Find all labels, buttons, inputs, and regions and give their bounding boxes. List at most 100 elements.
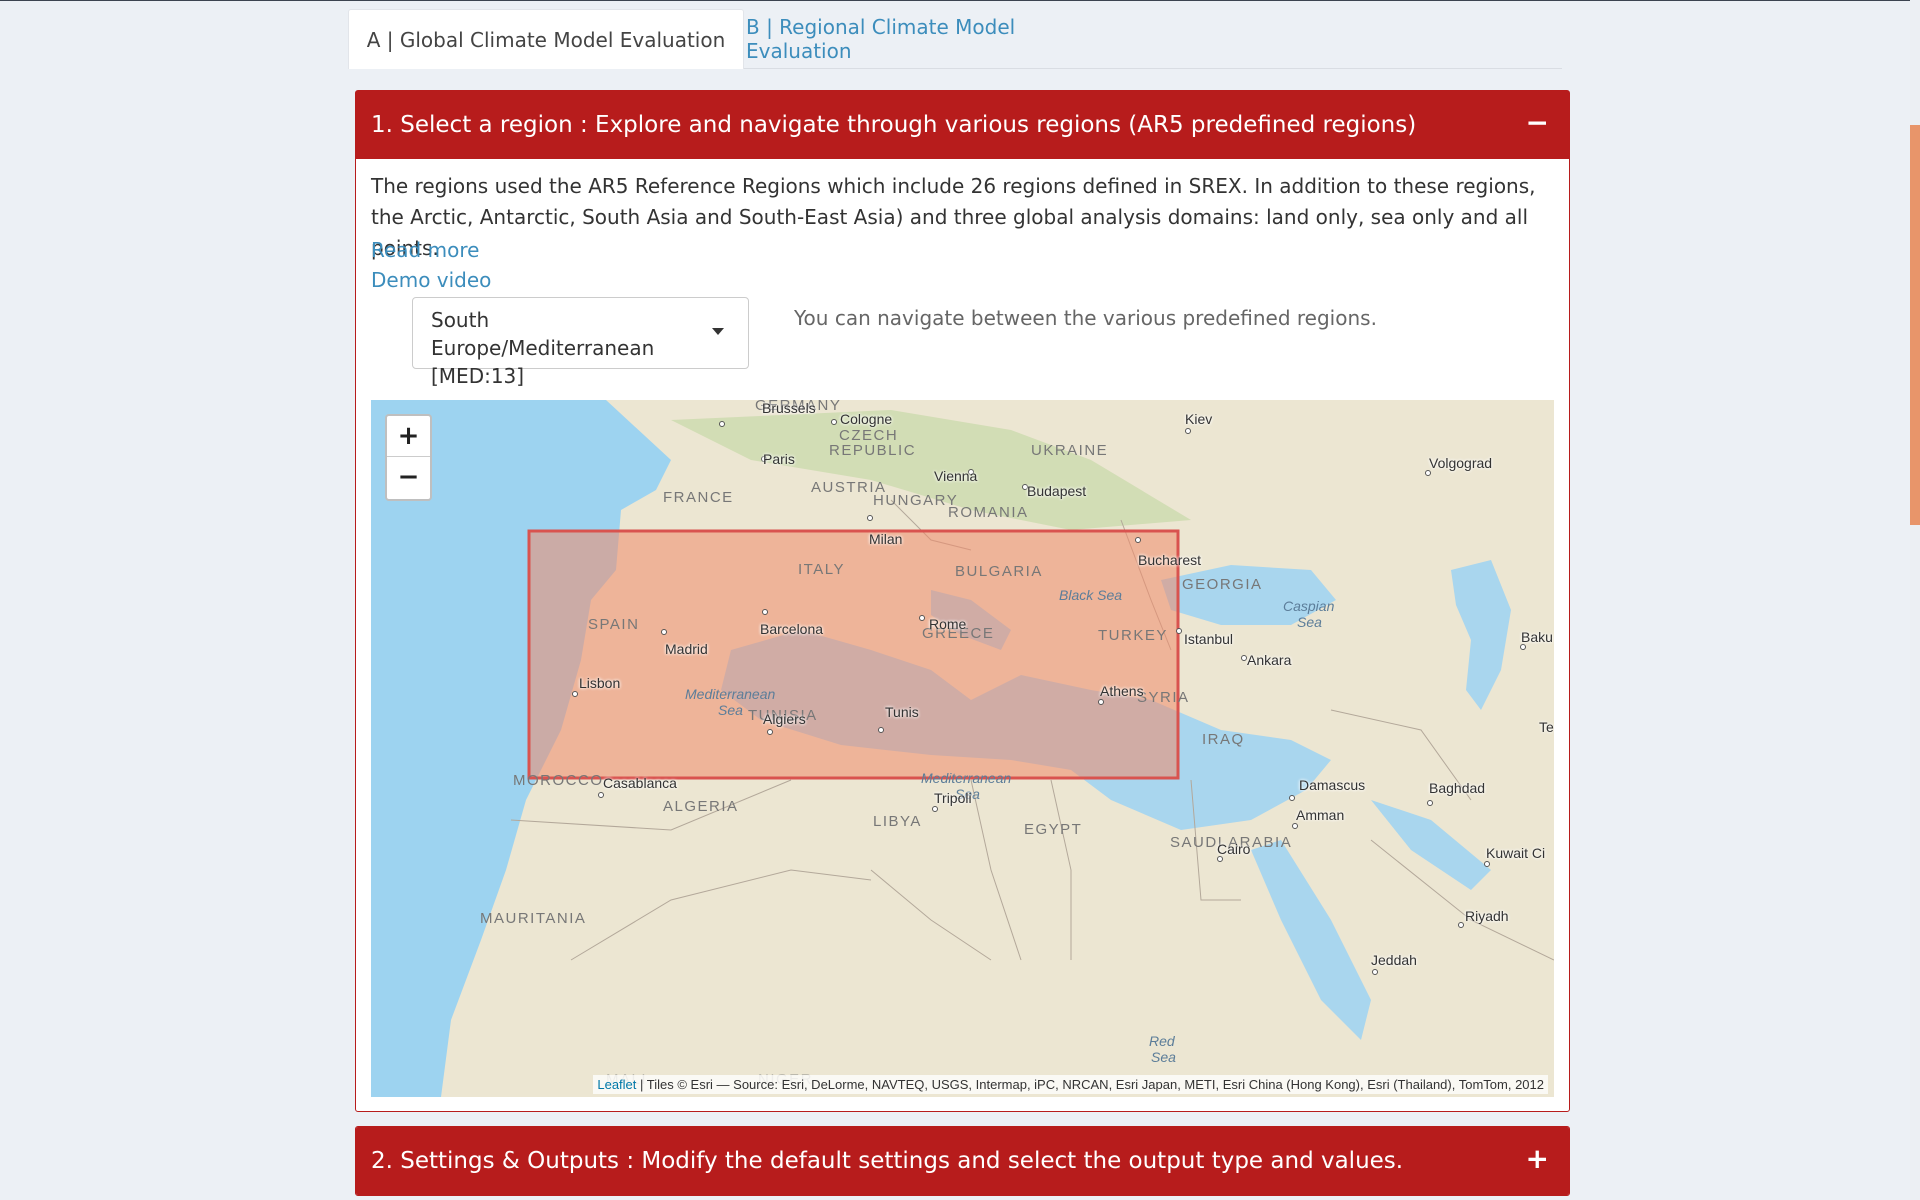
map-city-marker [1176,628,1182,634]
map-city-marker [1292,823,1298,829]
region-select[interactable]: South Europe/Mediterranean [MED:13] [412,297,749,388]
zoom-out-button[interactable]: − [387,457,430,497]
map-city-marker [767,729,773,735]
map-city-label: Barcelona [760,621,824,637]
tab-bar: A | Global Climate Model Evaluation B | … [348,9,1562,69]
map-sea-label: Caspian [1283,598,1335,614]
scrollbar-thumb[interactable] [1910,125,1920,525]
map-sea-label: Sea [718,702,743,718]
region-select-value: South Europe/Mediterranean [MED:13] [431,308,655,388]
map-city-label: Casablanca [603,775,677,791]
map-city-marker [661,629,667,635]
map-sea-label: Sea [1151,1049,1176,1065]
scrollbar[interactable] [1910,0,1920,1200]
map-city-label: Jeddah [1371,952,1417,968]
map-country-label: ROMANIA [948,504,1029,521]
tab-regional-climate-model-evaluation[interactable]: B | Regional Climate Model Evaluation [746,9,1126,68]
map-attribution: Leaflet | Tiles © Esri — Source: Esri, D… [593,1075,1548,1094]
map-city-label: Cairo [1217,841,1251,857]
zoom-in-button[interactable]: + [387,416,430,457]
settings-outputs-panel: 2. Settings & Outputs : Modify the defau… [355,1126,1570,1196]
attribution-text: | Tiles © Esri — Source: Esri, DeLorme, … [636,1077,1544,1092]
map-city-label: Baku [1521,629,1553,645]
map-country-label: HUNGARY [873,492,959,509]
top-border [0,0,1920,1]
map-city-marker [1372,969,1378,975]
map-country-label: MOROCCO [513,772,604,789]
map-city-label: Athens [1100,683,1144,699]
region-selection-panel: 1. Select a region : Explore and navigat… [355,90,1570,1112]
map-country-label: GEORGIA [1182,576,1263,593]
map-country-label: ALGERIA [663,798,739,815]
panel-header[interactable]: 2. Settings & Outputs : Modify the defau… [356,1127,1569,1195]
map-city-marker [1098,699,1104,705]
panel-title: 2. Settings & Outputs : Modify the defau… [371,1148,1404,1174]
map-city-marker [572,691,578,697]
selected-region-box[interactable] [527,529,1180,780]
map-city-label: Vienna [934,468,978,484]
map-sea-label: Sea [1297,614,1322,630]
map-city-label: Riyadh [1465,908,1509,924]
map-city-label: Lisbon [579,675,621,691]
map-city-label: Kuwait Ci [1486,845,1546,861]
help-text: You can navigate between the various pre… [794,306,1377,330]
region-map[interactable]: GERMANY CZECH REPUBLIC UKRAINE FRANCE AU… [371,400,1554,1097]
map-city-marker [1458,922,1464,928]
map-city-marker [1427,800,1433,806]
caret-down-icon [712,328,724,335]
map-city-marker [719,421,725,427]
map-country-label: ITALY [798,561,845,578]
map-country-label: IRAQ [1202,731,1245,748]
map-city-marker [831,419,837,425]
map-country-label: EGYPT [1024,821,1083,838]
map-city-label: Tripoli [934,790,972,806]
demo-video-link[interactable]: Demo video [371,268,491,292]
map-sea-label: Mediterranean [921,770,1012,786]
map-sea-label: Red [1149,1033,1175,1049]
map-city-marker [867,515,873,521]
map-country-label: SYRIA [1137,689,1190,706]
map-city-label: Budapest [1027,483,1087,499]
map-city-label: Madrid [665,641,708,657]
map-country-label: REPUBLIC [829,442,917,459]
map-city-marker [878,727,884,733]
map-city-marker [919,615,925,621]
map-city-label: Damascus [1299,777,1366,793]
map-city-marker [1289,795,1295,801]
panel-header[interactable]: 1. Select a region : Explore and navigat… [356,91,1569,159]
map-country-label: BULGARIA [955,563,1043,580]
map-city-label: Brussels [762,400,816,416]
map-sea-label: Black Sea [1059,587,1123,603]
panel-title: 1. Select a region : Explore and navigat… [371,112,1417,138]
zoom-control: + − [385,414,432,501]
map-country-label: TURKEY [1098,627,1168,644]
map-city-marker [598,792,604,798]
map-city-label: Bucharest [1138,552,1202,568]
map-city-label: Baghdad [1429,780,1486,796]
map-city-label: Amman [1296,807,1345,823]
map-country-label: UKRAINE [1031,442,1109,459]
read-more-link[interactable]: Read more [371,238,479,262]
map-city-label: Volgograd [1429,455,1493,471]
map-city-marker [1185,428,1191,434]
map-city-label: Cologne [840,411,893,427]
leaflet-link[interactable]: Leaflet [597,1077,636,1092]
map-city-label: Kiev [1185,411,1213,427]
region-description: The regions used the AR5 Reference Regio… [371,174,1536,260]
map-city-marker [932,806,938,812]
map-country-label: FRANCE [663,489,734,506]
map-city-marker [1135,537,1141,543]
collapse-icon[interactable]: − [1526,103,1549,143]
tab-global-climate-model-evaluation[interactable]: A | Global Climate Model Evaluation [348,9,744,69]
map-city-label: Ankara [1247,652,1292,668]
map-sea-label: Mediterranean [685,686,776,702]
expand-icon[interactable]: + [1526,1139,1549,1179]
map-city-label: Milan [869,531,903,547]
map-country-label: SPAIN [588,616,640,633]
map-city-label: Te [1539,719,1554,735]
map-city-label: Algiers [763,711,806,727]
map-city-label: Istanbul [1184,631,1234,647]
map-city-label: Paris [763,451,795,467]
map-country-label: LIBYA [873,813,922,830]
map-country-label: MAURITANIA [480,910,587,927]
